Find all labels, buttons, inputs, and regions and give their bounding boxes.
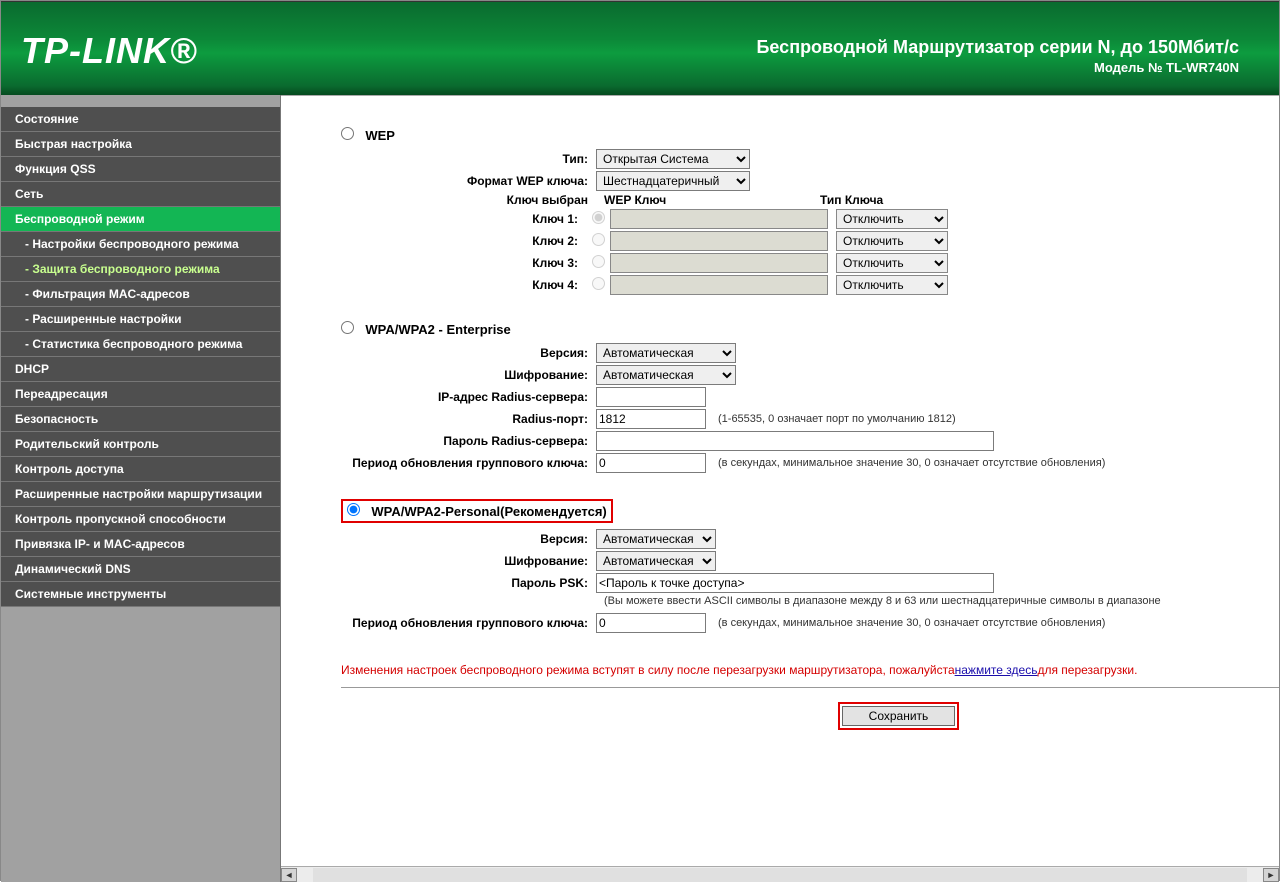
wep-type-label: Тип:: [341, 152, 596, 166]
brand-logo: TP-LINK®: [21, 30, 198, 72]
wep-key2-label: Ключ 2:: [341, 234, 586, 248]
wep-key3-type-select[interactable]: Отключить: [836, 253, 948, 273]
ent-version-select[interactable]: Автоматическая: [596, 343, 736, 363]
security-mode-personal-label: WPA/WPA2-Personal(Рекомендуется): [371, 504, 606, 519]
wep-key2-input[interactable]: [610, 231, 828, 251]
security-mode-enterprise-radio[interactable]: [341, 321, 354, 334]
sidebar-item-ddns[interactable]: Динамический DNS: [1, 557, 280, 582]
wep-key4-radio[interactable]: [592, 277, 605, 290]
ent-enc-label: Шифрование:: [341, 368, 596, 382]
wep-key4-input[interactable]: [610, 275, 828, 295]
wep-key1-type-select[interactable]: Отключить: [836, 209, 948, 229]
wep-key2-type-select[interactable]: Отключить: [836, 231, 948, 251]
model-number: Модель № TL-WR740N: [1094, 60, 1239, 75]
security-mode-enterprise-label: WPA/WPA2 - Enterprise: [365, 322, 510, 337]
save-button[interactable]: Сохранить: [842, 706, 956, 726]
ent-radius-port-hint: (1-65535, 0 означает порт по умолчанию 1…: [718, 413, 956, 425]
sidebar-subitem-mac-filtering[interactable]: - Фильтрация MAC-адресов: [1, 282, 280, 307]
sidebar-item-ip-mac-binding[interactable]: Привязка IP- и MAC-адресов: [1, 532, 280, 557]
content-pane[interactable]: WEP Тип: Открытая Система Формат WEP клю…: [281, 95, 1279, 882]
sidebar-item-network[interactable]: Сеть: [1, 182, 280, 207]
sidebar: Состояние Быстрая настройка Функция QSS …: [1, 95, 281, 882]
sidebar-subitem-wireless-settings[interactable]: - Настройки беспроводного режима: [1, 232, 280, 257]
psk-enc-label: Шифрование:: [341, 554, 596, 568]
sidebar-item-forwarding[interactable]: Переадресация: [1, 382, 280, 407]
wep-key1-radio[interactable]: [592, 211, 605, 224]
security-mode-personal-radio[interactable]: [347, 503, 360, 516]
sidebar-item-dhcp[interactable]: DHCP: [1, 357, 280, 382]
psk-password-label: Пароль PSK:: [341, 576, 596, 590]
ent-group-hint: (в секундах, минимальное значение 30, 0 …: [718, 457, 1105, 469]
psk-version-select[interactable]: Автоматическая: [596, 529, 716, 549]
sidebar-item-routing[interactable]: Расширенные настройки маршрутизации: [1, 482, 280, 507]
wep-key4-label: Ключ 4:: [341, 278, 586, 292]
ent-radius-ip-input[interactable]: [596, 387, 706, 407]
psk-enc-select[interactable]: Автоматическая: [596, 551, 716, 571]
scrollbar-track[interactable]: [313, 868, 1247, 882]
wep-key3-radio[interactable]: [592, 255, 605, 268]
wep-key-selected-label: Ключ выбран: [341, 193, 596, 207]
psk-group-hint: (в секундах, минимальное значение 30, 0 …: [718, 617, 1105, 629]
psk-password-input[interactable]: [596, 573, 994, 593]
ent-radius-port-label: Radius-порт:: [341, 412, 596, 426]
wep-type-select[interactable]: Открытая Система: [596, 149, 750, 169]
sidebar-subitem-advanced[interactable]: - Расширенные настройки: [1, 307, 280, 332]
wep-key1-input[interactable]: [610, 209, 828, 229]
ent-radius-ip-label: IP-адрес Radius-сервера:: [341, 390, 596, 404]
scroll-right-arrow-icon[interactable]: ►: [1263, 868, 1279, 882]
product-headline: Беспроводной Маршрутизатор серии N, до 1…: [756, 37, 1239, 58]
horizontal-scrollbar[interactable]: ◄ ►: [281, 866, 1279, 882]
wep-key3-label: Ключ 3:: [341, 256, 586, 270]
sidebar-item-parental[interactable]: Родительский контроль: [1, 432, 280, 457]
sidebar-item-bandwidth[interactable]: Контроль пропускной способности: [1, 507, 280, 532]
wep-key2-radio[interactable]: [592, 233, 605, 246]
psk-version-label: Версия:: [341, 532, 596, 546]
psk-group-input[interactable]: [596, 613, 706, 633]
wep-type-col-header: Тип Ключа: [820, 193, 950, 207]
ent-radius-port-input[interactable]: [596, 409, 706, 429]
psk-password-hint: (Вы можете ввести ASCII символы в диапаз…: [604, 595, 1279, 607]
wep-format-label: Формат WEP ключа:: [341, 174, 596, 188]
sidebar-item-status[interactable]: Состояние: [1, 107, 280, 132]
reboot-notice: Изменения настроек беспроводного режима …: [341, 663, 1279, 677]
ent-radius-pw-label: Пароль Radius-сервера:: [341, 434, 596, 448]
sidebar-item-qss[interactable]: Функция QSS: [1, 157, 280, 182]
header: TP-LINK® Беспроводной Маршрутизатор сери…: [1, 1, 1279, 95]
psk-group-label: Период обновления группового ключа:: [341, 616, 596, 630]
security-mode-wep-label: WEP: [365, 128, 395, 143]
security-mode-wep-radio[interactable]: [341, 127, 354, 140]
sidebar-item-wireless[interactable]: Беспроводной режим: [1, 207, 280, 232]
wep-key4-type-select[interactable]: Отключить: [836, 275, 948, 295]
ent-group-input[interactable]: [596, 453, 706, 473]
ent-version-label: Версия:: [341, 346, 596, 360]
ent-enc-select[interactable]: Автоматическая: [596, 365, 736, 385]
scroll-left-arrow-icon[interactable]: ◄: [281, 868, 297, 882]
wep-key-col-header: WEP Ключ: [596, 193, 820, 207]
wep-key3-input[interactable]: [610, 253, 828, 273]
wep-key1-label: Ключ 1:: [341, 212, 586, 226]
sidebar-item-security[interactable]: Безопасность: [1, 407, 280, 432]
sidebar-item-quick-setup[interactable]: Быстрая настройка: [1, 132, 280, 157]
sidebar-item-system-tools[interactable]: Системные инструменты: [1, 582, 280, 607]
ent-group-label: Период обновления группового ключа:: [341, 456, 596, 470]
reboot-link[interactable]: нажмите здесь: [955, 663, 1038, 677]
wep-format-select[interactable]: Шестнадцатеричный: [596, 171, 750, 191]
sidebar-subitem-stats[interactable]: - Статистика беспроводного режима: [1, 332, 280, 357]
sidebar-item-access-control[interactable]: Контроль доступа: [1, 457, 280, 482]
ent-radius-pw-input[interactable]: [596, 431, 994, 451]
sidebar-subitem-wireless-security[interactable]: - Защита беспроводного режима: [1, 257, 280, 282]
